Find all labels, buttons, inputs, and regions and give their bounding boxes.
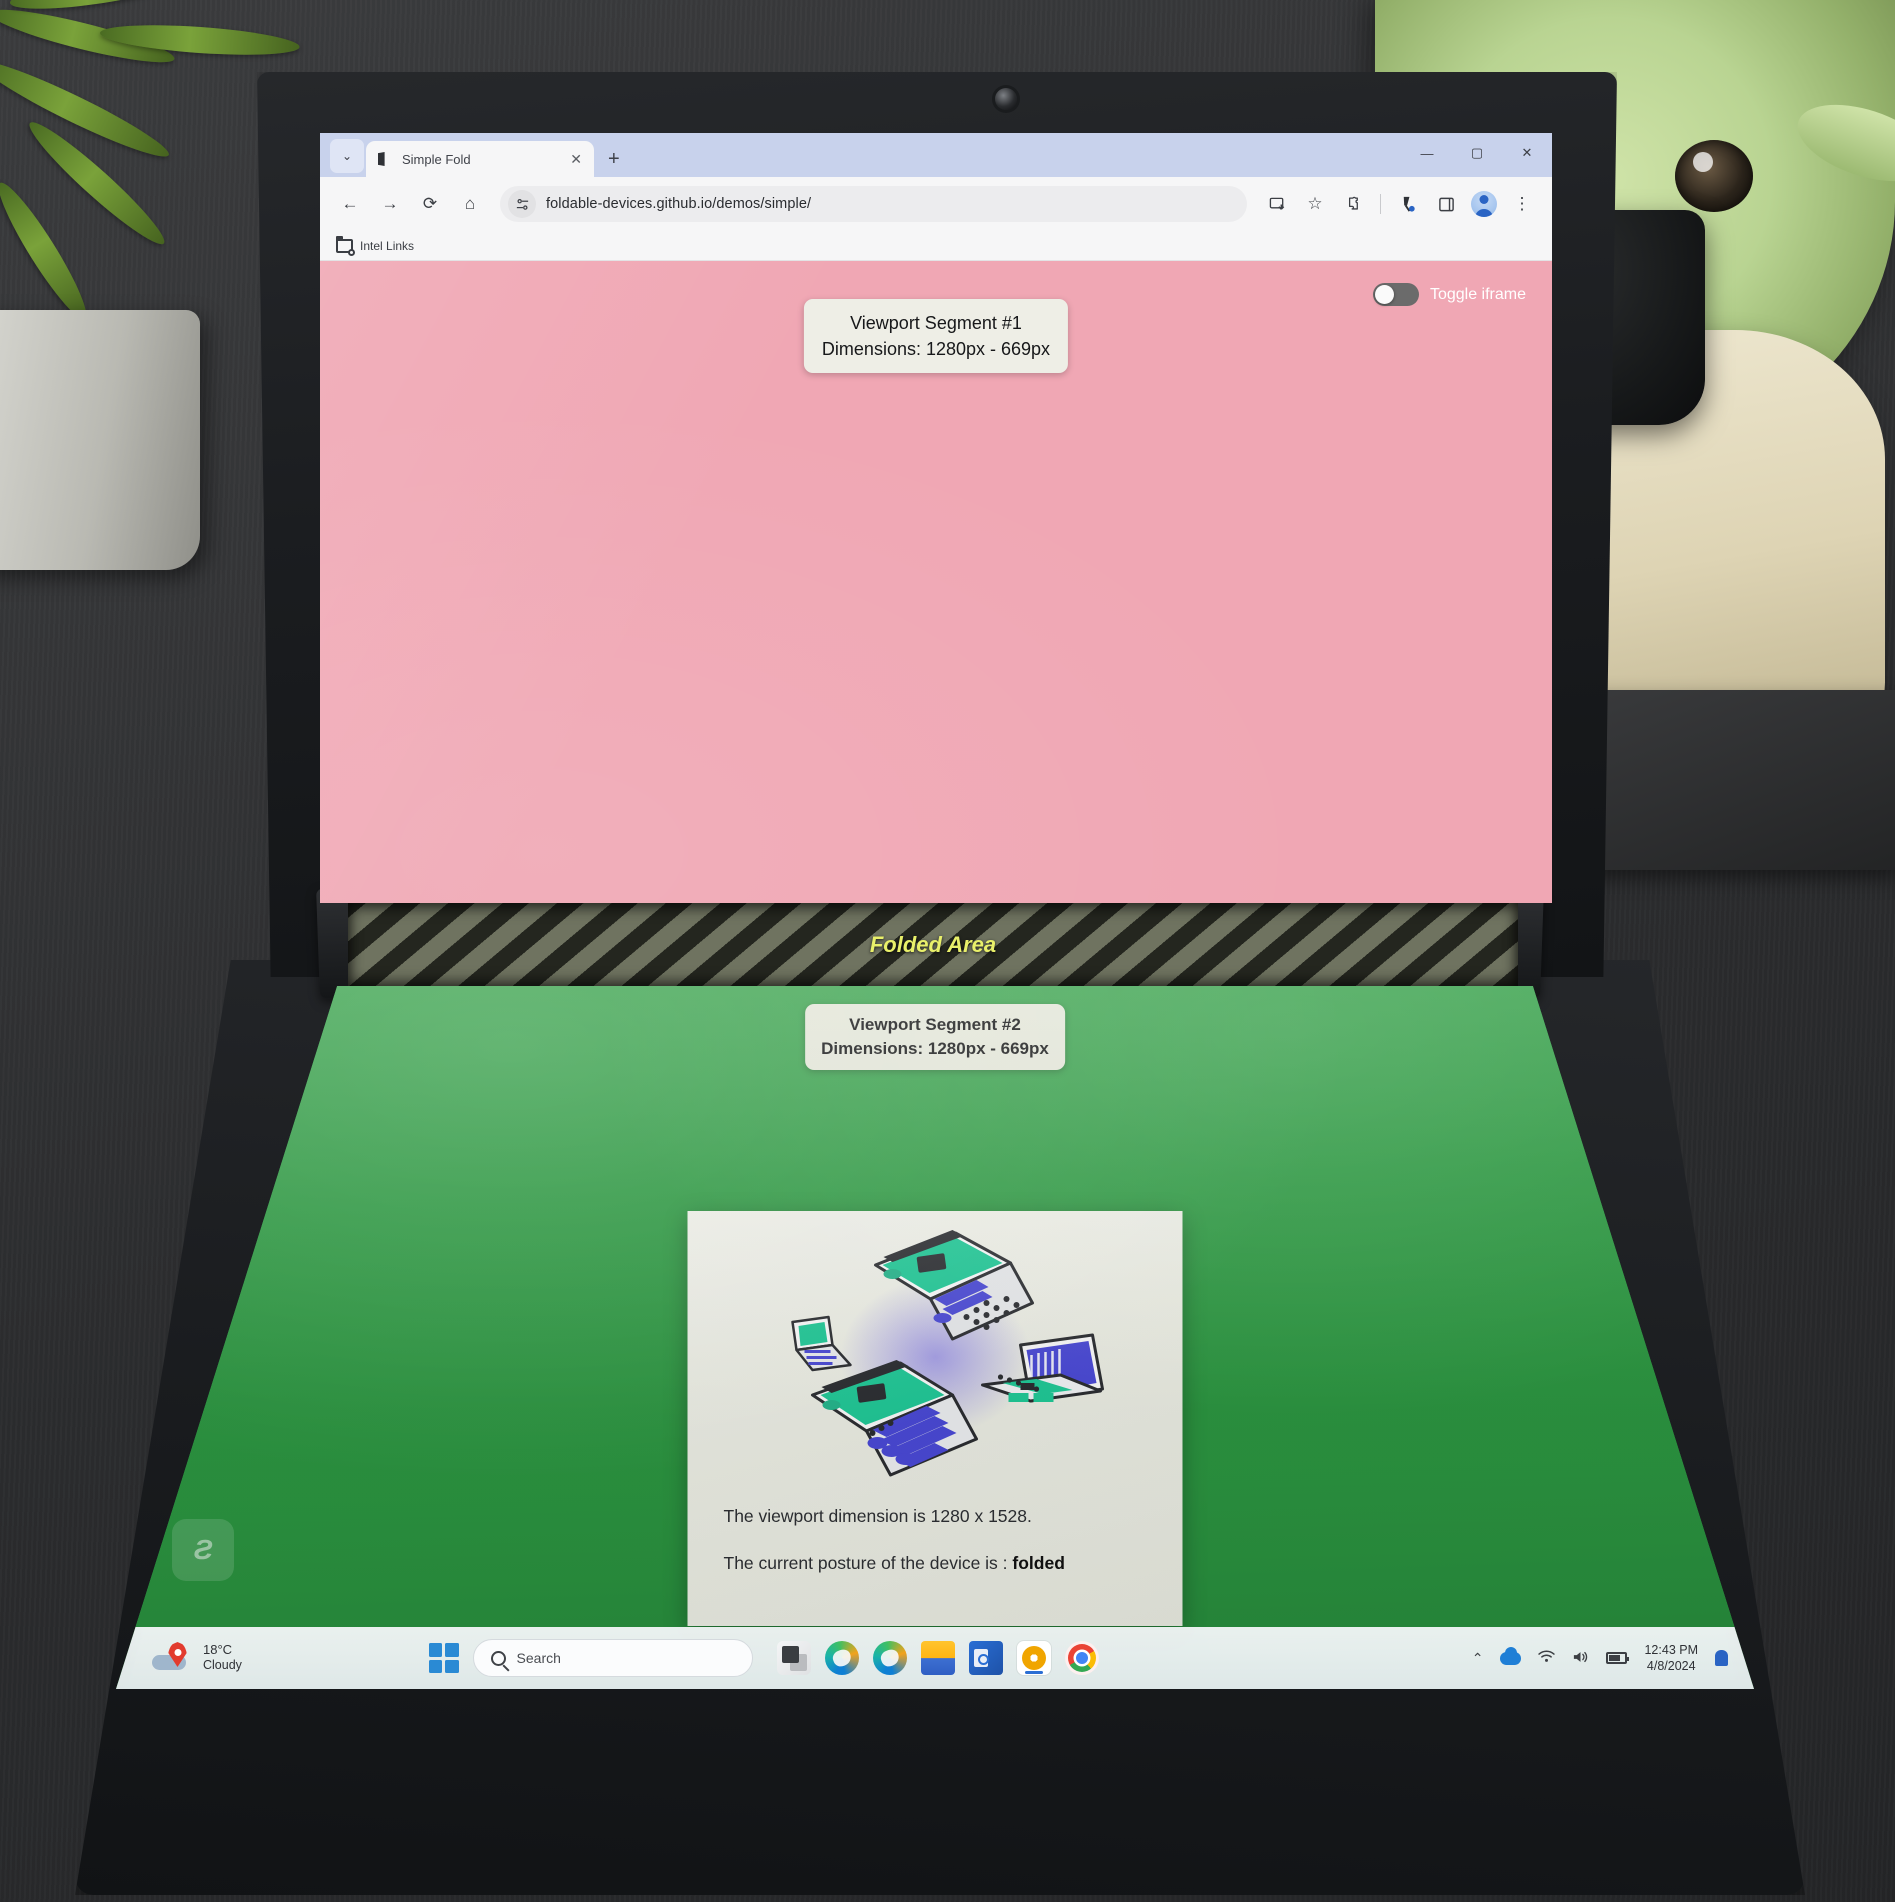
bookmark-intel-links[interactable]: Intel Links [360, 239, 414, 253]
viewport-dimension-text: The viewport dimension is 1280 x 1528. [723, 1506, 1032, 1526]
toolbar-divider [1380, 194, 1381, 214]
close-window-button[interactable]: ✕ [1502, 134, 1552, 172]
bell-icon[interactable] [1715, 1650, 1728, 1666]
toggle-iframe-label: Toggle iframe [1429, 285, 1526, 303]
start-button[interactable] [428, 1643, 459, 1673]
folded-area: Folded Area [348, 903, 1518, 987]
tray-overflow-icon[interactable]: ⌃ [1472, 1650, 1484, 1667]
webcam-icon [995, 88, 1017, 110]
segment1-info-box: Viewport Segment #1 Dimensions: 1280px -… [803, 299, 1069, 374]
taskbar-search-input[interactable]: Search [472, 1639, 753, 1677]
browser-tab-simple-fold[interactable]: Simple Fold ✕ [366, 141, 594, 177]
tab-search-button[interactable]: ⌄ [330, 139, 364, 173]
chevron-down-icon: ⌄ [341, 149, 353, 163]
viewport-segment-1: Viewport Segment #1 Dimensions: 1280px -… [320, 261, 1552, 903]
bookmarks-bar: Intel Links [320, 231, 1552, 261]
volume-icon[interactable] [1572, 1650, 1589, 1667]
windows-taskbar: 18°C Cloudy Search ⌃ 12:43 PM 4/8/2024 [116, 1627, 1754, 1689]
onedrive-icon[interactable] [1500, 1646, 1522, 1665]
maximize-button[interactable]: ▢ [1452, 134, 1502, 172]
photo-scene: ⌄ Simple Fold ✕ + — ▢ ✕ ← → ⟳ ⌂ foldable… [0, 0, 1895, 1902]
side-panel-icon[interactable] [1428, 186, 1464, 222]
profile-avatar[interactable] [1466, 186, 1502, 222]
search-placeholder: Search [516, 1650, 561, 1666]
reload-button[interactable]: ⟳ [412, 186, 448, 222]
toggle-knob [1374, 285, 1394, 304]
clock-time: 12:43 PM [1644, 1643, 1698, 1657]
taskbar-app-google-chrome[interactable] [1064, 1641, 1099, 1675]
taskbar-app-task-view[interactable] [776, 1641, 811, 1675]
device-info-card: The viewport dimension is 1280 x 1528. T… [687, 1211, 1183, 1626]
weather-icon [152, 1642, 194, 1674]
segment2-info-box: Viewport Segment #2 Dimensions: 1280px -… [805, 1004, 1065, 1070]
oem-logo-watermark: Ƨ [172, 1519, 234, 1581]
back-button[interactable]: ← [332, 186, 368, 222]
battery-icon[interactable] [1606, 1652, 1630, 1664]
weather-text: 18°C Cloudy [203, 1642, 242, 1674]
taskbar-app-microsoft-edge-dev[interactable] [872, 1641, 907, 1675]
taskbar-center: Search [428, 1639, 1099, 1677]
segment1-dimensions: Dimensions: 1280px - 669px [821, 339, 1051, 360]
clock-date: 4/8/2024 [1646, 1659, 1696, 1673]
toggle-iframe-control[interactable]: Toggle iframe [1372, 283, 1526, 306]
taskbar-app-chrome-canary[interactable] [1016, 1641, 1051, 1675]
close-tab-icon[interactable]: ✕ [566, 151, 582, 168]
forward-button[interactable]: → [372, 186, 408, 222]
foldable-laptop: ⌄ Simple Fold ✕ + — ▢ ✕ ← → ⟳ ⌂ foldable… [0, 0, 1895, 1902]
segment2-title: Viewport Segment #2 [849, 1015, 1021, 1034]
taskbar-apps [776, 1641, 1099, 1675]
lower-display: Viewport Segment #2 Dimensions: 1280px -… [116, 986, 1754, 1689]
home-button[interactable]: ⌂ [452, 186, 488, 222]
bookmark-star-icon[interactable]: ☆ [1297, 186, 1333, 222]
wifi-icon[interactable] [1538, 1650, 1556, 1666]
weather-temperature: 18°C [203, 1642, 233, 1658]
address-bar[interactable]: foldable-devices.github.io/demos/simple/ [500, 186, 1247, 222]
chrome-menu-icon[interactable]: ⋮ [1504, 186, 1540, 222]
managed-folder-icon [336, 235, 355, 256]
segment2-dimensions: Dimensions: 1280px - 669px [821, 1038, 1049, 1058]
folded-area-label: Folded Area [869, 932, 997, 957]
avatar [1471, 191, 1497, 217]
device-posture-text: The current posture of the device is : f… [688, 1553, 1183, 1574]
foldable-laptops-illustration [720, 1217, 1150, 1502]
posture-value: folded [1012, 1553, 1065, 1573]
toolbar-actions: ☆ ⋮ [1259, 186, 1540, 222]
site-settings-icon[interactable] [508, 190, 536, 218]
upper-display: ⌄ Simple Fold ✕ + — ▢ ✕ ← → ⟳ ⌂ foldable… [320, 133, 1552, 903]
book-icon [378, 152, 385, 166]
new-tab-button[interactable]: + [608, 148, 620, 171]
system-tray: ⌃ 12:43 PM 4/8/2024 [1472, 1642, 1754, 1674]
taskbar-app-microsoft-edge[interactable] [824, 1641, 859, 1675]
posture-prefix: The current posture of the device is : [723, 1553, 1013, 1573]
browser-tab-strip: ⌄ Simple Fold ✕ + — ▢ ✕ [320, 133, 1552, 177]
taskbar-app-outlook[interactable] [968, 1641, 1003, 1675]
extensions-icon[interactable] [1335, 186, 1371, 222]
browser-toolbar: ← → ⟳ ⌂ foldable-devices.github.io/demos… [320, 177, 1552, 231]
toggle-iframe-switch[interactable] [1372, 283, 1419, 306]
install-app-icon[interactable] [1259, 186, 1295, 222]
tab-title: Simple Fold [402, 151, 471, 167]
minimize-button[interactable]: — [1402, 134, 1452, 172]
window-controls: — ▢ ✕ [1402, 133, 1552, 177]
search-icon [490, 1650, 506, 1666]
weather-condition: Cloudy [203, 1658, 242, 1673]
segment1-title: Viewport Segment #1 [850, 313, 1022, 333]
weather-widget[interactable]: 18°C Cloudy [116, 1642, 242, 1674]
taskbar-clock[interactable]: 12:43 PM 4/8/2024 [1644, 1642, 1698, 1674]
split-screen-icon[interactable] [1390, 186, 1426, 222]
url-text: foldable-devices.github.io/demos/simple/ [546, 196, 812, 212]
taskbar-app-file-explorer[interactable] [920, 1641, 955, 1675]
